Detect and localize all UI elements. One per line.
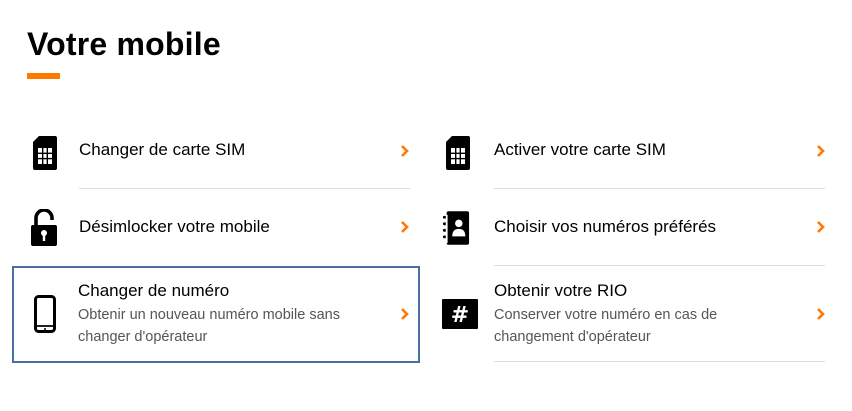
service-obtenir-rio[interactable]: # Obtenir votre RIO Conserver votre numé… [431,267,835,362]
title-underline [27,73,60,79]
divider [494,265,825,266]
page-title: Votre mobile [27,26,221,62]
service-changer-numero[interactable]: Changer de numéro Obtenir un nouveau num… [12,266,420,363]
service-label: Désimlocker votre mobile [79,217,270,236]
service-label: Changer de numéro [78,281,230,300]
service-description: Conserver votre numéro en cas de changem… [494,307,718,345]
service-label: Changer de carte SIM [79,140,246,159]
chevron-right-icon [401,221,409,233]
service-label: Activer votre carte SIM [494,140,666,159]
sim-card-icon [31,133,59,173]
divider [494,188,825,189]
divider [494,361,825,362]
divider [79,188,410,189]
svg-text:#: # [451,303,469,328]
contact-book-icon [442,208,470,248]
chevron-right-icon [817,221,825,233]
chevron-right-icon [817,308,825,320]
service-activer-carte-sim[interactable]: Activer votre carte SIM [431,113,835,189]
unlock-padlock-icon [30,208,58,248]
chevron-right-icon [401,145,409,157]
service-desimlocker-mobile[interactable]: Désimlocker votre mobile [14,190,418,266]
service-changer-carte-sim[interactable]: Changer de carte SIM [14,113,418,189]
service-choisir-numeros-preferes[interactable]: Choisir vos numéros préférés [431,190,835,266]
smartphone-icon [31,294,59,334]
chevron-right-icon [401,308,409,320]
service-description: Obtenir un nouveau numéro mobile sans ch… [78,307,340,345]
hash-icon: # [441,294,479,334]
service-label: Choisir vos numéros préférés [494,217,717,236]
chevron-right-icon [817,145,825,157]
service-label: Obtenir votre RIO [494,281,628,300]
sim-card-icon [444,133,472,173]
